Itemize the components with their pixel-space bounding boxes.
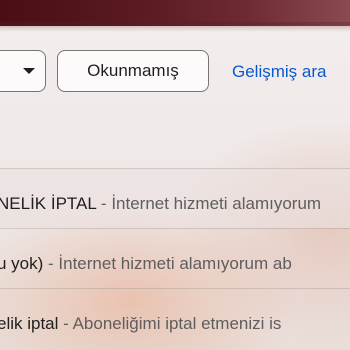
email-row[interactable]: NELİK İPTAL - İnternet hizmeti alamıyoru…	[0, 168, 350, 228]
email-subject: elik iptal	[0, 314, 59, 333]
email-list: NELİK İPTAL - İnternet hizmeti alamıyoru…	[0, 168, 350, 348]
email-subject: NELİK İPTAL	[0, 194, 97, 213]
dropdown-arrow-icon	[23, 68, 35, 74]
email-snippet: Aboneliğimi iptal etmenizi is	[72, 314, 282, 333]
theme-header-band	[0, 0, 350, 32]
subject-snippet-separator: -	[43, 254, 59, 273]
subject-snippet-separator: -	[96, 194, 112, 213]
advanced-search-link[interactable]: Gelişmiş ara	[232, 62, 326, 82]
subject-snippet-separator: -	[58, 314, 73, 333]
email-row-text: NELİK İPTAL - İnternet hizmeti alamıyoru…	[0, 194, 321, 214]
email-snippet: İnternet hizmeti alamıyorum ab	[58, 254, 292, 273]
unread-chip-label: Okunmamış	[87, 61, 179, 80]
email-snippet: İnternet hizmeti alamıyorum	[111, 194, 322, 213]
email-subject: u yok)	[0, 254, 44, 273]
email-row-text: elik iptal - Aboneliğimi iptal etmenizi …	[0, 314, 281, 334]
email-row-text: u yok) - İnternet hizmeti alamıyorum ab	[0, 254, 292, 274]
unread-filter-chip[interactable]: Okunmamış	[57, 50, 209, 92]
search-filter-bar: Okunmamış Gelişmiş ara	[0, 44, 350, 102]
filter-dropdown-chip[interactable]	[0, 50, 46, 92]
email-row[interactable]: u yok) - İnternet hizmeti alamıyorum ab	[0, 228, 350, 288]
email-row[interactable]: elik iptal - Aboneliğimi iptal etmenizi …	[0, 288, 350, 348]
